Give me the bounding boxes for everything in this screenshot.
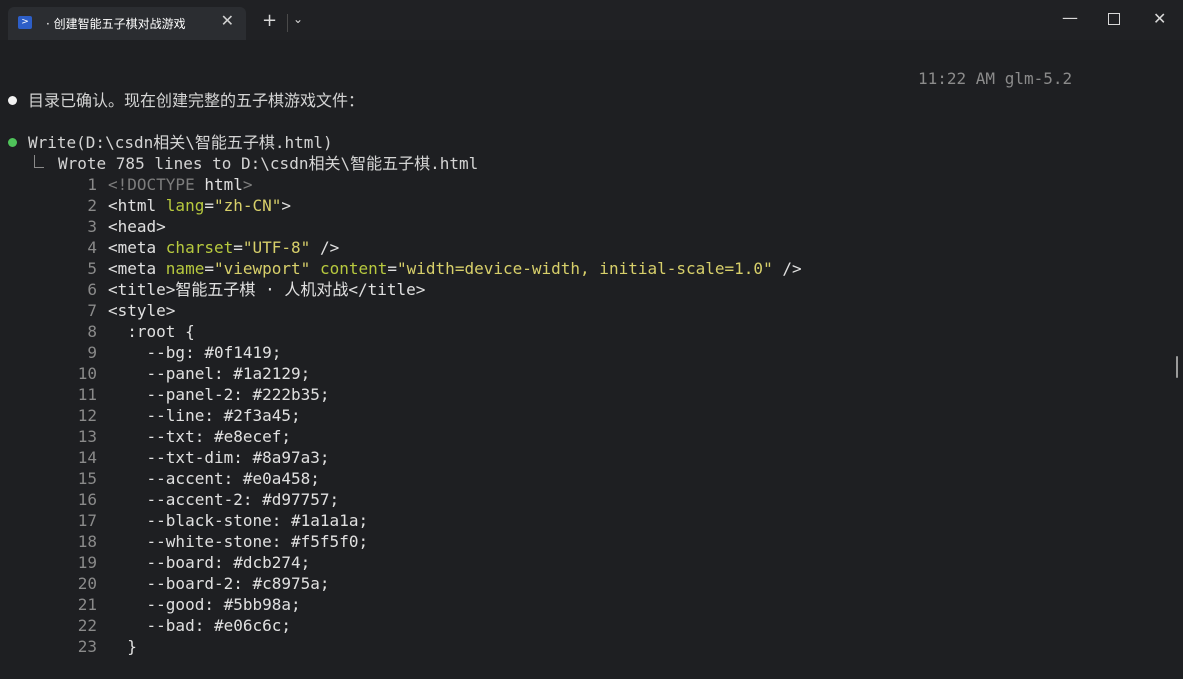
code-line: --board-2: #c8975a; (108, 574, 330, 593)
code-line: --bad: #e06c6c; (108, 616, 292, 635)
code-token: = (204, 196, 214, 215)
code-line: <!DOCTYPE html> (108, 174, 253, 195)
line-number: 10 (77, 364, 97, 383)
code-line: --txt: #e8ecef; (108, 427, 292, 446)
line-number: 3 (87, 217, 97, 236)
line-number: 11 (77, 385, 97, 404)
close-window-button[interactable]: ✕ (1153, 9, 1166, 28)
code-line: <style> (108, 301, 176, 320)
tool-status-bullet-icon (8, 138, 17, 147)
code-line: --black-stone: #1a1a1a; (108, 511, 369, 530)
code-token: /> (310, 238, 340, 257)
tab-close-icon[interactable]: ✕ (221, 11, 234, 30)
line-number: 14 (77, 448, 97, 467)
new-tab-button[interactable]: + (262, 10, 277, 31)
code-line: <title>智能五子棋 · 人机对战</title> (108, 280, 426, 299)
code-line: <head> (108, 217, 166, 236)
code-token: "zh-CN" (213, 196, 282, 215)
code-line: --line: #2f3a45; (108, 406, 301, 425)
code-line: --panel: #1a2129; (108, 364, 311, 383)
code-token: "width=device-width, initial-scale=1.0" (397, 259, 773, 278)
code-line: --board: #dcb274; (108, 553, 311, 572)
message-bullet-icon (8, 96, 17, 105)
code-token: = (204, 259, 214, 278)
powershell-icon: > (18, 16, 32, 29)
code-token: <html (108, 196, 166, 215)
maximize-button[interactable] (1108, 13, 1120, 25)
assistant-message: 目录已确认。现在创建完整的五子棋游戏文件： (28, 91, 365, 110)
tab-title: · 创建智能五子棋对战游戏 (46, 17, 186, 31)
code-token: html (194, 175, 243, 194)
code-token: <meta (108, 259, 166, 278)
code-token: <meta (108, 238, 166, 257)
timestamp-model: 11:22 AM glm-5.2 (918, 69, 1073, 88)
code-line: <meta name="viewport" content="width=dev… (108, 258, 802, 279)
code-line: --txt-dim: #8a97a3; (108, 448, 330, 467)
code-token: > (281, 196, 292, 215)
code-token: = (387, 259, 398, 278)
line-number: 17 (77, 511, 97, 530)
code-token: charset (165, 238, 234, 257)
code-token: content (319, 259, 388, 278)
code-line: } (108, 637, 137, 656)
code-line: --white-stone: #f5f5f0; (108, 532, 369, 551)
line-number: 12 (77, 406, 97, 425)
code-line: --panel-2: #222b35; (108, 385, 330, 404)
code-token: "UTF-8" (242, 238, 311, 257)
line-number: 22 (77, 616, 97, 635)
tree-branch-icon (34, 155, 44, 168)
minimize-button[interactable]: — (1062, 8, 1078, 27)
code-token: <!DOCTYPE (108, 175, 195, 194)
line-number: 4 (87, 238, 97, 257)
line-number: 8 (87, 322, 97, 341)
line-number: 6 (87, 280, 97, 299)
line-number: 23 (77, 637, 97, 656)
tab-active[interactable]: > · 创建智能五子棋对战游戏 ✕ (8, 7, 246, 40)
code-line: :root { (108, 322, 195, 341)
code-token: /> (772, 259, 802, 278)
code-token: = (233, 238, 243, 257)
line-number: 15 (77, 469, 97, 488)
line-number: 16 (77, 490, 97, 509)
code-token: > (242, 175, 253, 194)
line-number: 20 (77, 574, 97, 593)
line-number: 13 (77, 427, 97, 446)
scrollbar-thumb[interactable] (1176, 356, 1178, 378)
line-number: 2 (87, 196, 97, 215)
tool-call: Write(D:\csdn相关\智能五子棋.html) (28, 133, 333, 152)
toolbar-divider (287, 14, 288, 32)
code-line: <html lang="zh-CN"> (108, 195, 291, 216)
terminal-pane[interactable]: 11:22 AM glm-5.2 目录已确认。现在创建完整的五子棋游戏文件： W… (0, 40, 1183, 679)
title-bar: > · 创建智能五子棋对战游戏 ✕ + ⌄ — ✕ (0, 0, 1183, 40)
chevron-down-icon[interactable]: ⌄ (293, 12, 303, 26)
line-number: 18 (77, 532, 97, 551)
line-number: 1 (87, 175, 97, 194)
code-line: <meta charset="UTF-8" /> (108, 237, 339, 258)
code-line: --good: #5bb98a; (108, 595, 301, 614)
code-line: --bg: #0f1419; (108, 343, 282, 362)
line-number: 7 (87, 301, 97, 320)
line-number: 9 (87, 343, 97, 362)
code-token: name (165, 259, 205, 278)
code-line: --accent: #e0a458; (108, 469, 320, 488)
tool-result: Wrote 785 lines to D:\csdn相关\智能五子棋.html (58, 154, 479, 173)
line-number: 5 (87, 259, 97, 278)
code-line: --accent-2: #d97757; (108, 490, 340, 509)
code-token: "viewport" (213, 259, 311, 278)
line-number: 19 (77, 553, 97, 572)
line-number: 21 (77, 595, 97, 614)
code-token: lang (165, 196, 205, 215)
